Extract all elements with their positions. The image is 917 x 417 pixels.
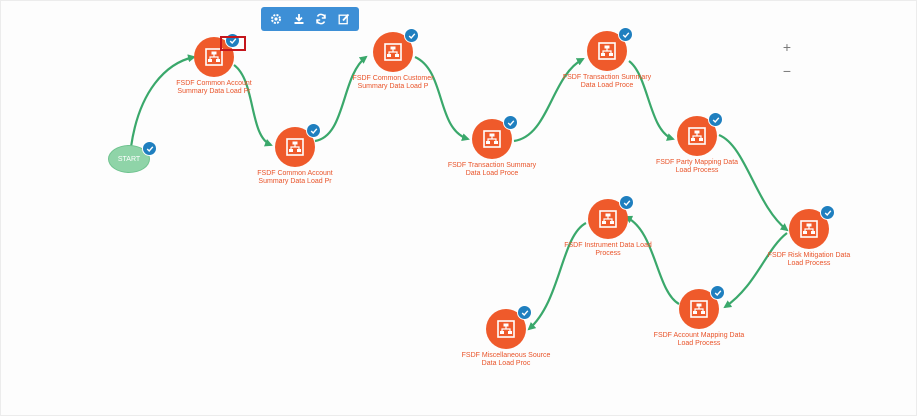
settings-button[interactable] (266, 9, 286, 29)
node-label: FSDF Common Account Summary Data Load Pr (176, 80, 252, 95)
edge-n1-n2 (233, 64, 273, 147)
edge-n8-n9 (624, 215, 680, 305)
edge-start-n1 (129, 54, 196, 148)
check-icon (517, 305, 532, 320)
edge-n3-n4 (414, 55, 470, 142)
node-label: FSDF Miscellaneous Source Data Load Proc (461, 352, 551, 367)
process-icon (599, 210, 617, 228)
node-label: FSDF Instrument Data Load Process (564, 242, 652, 257)
edit-button[interactable] (334, 9, 354, 29)
node-label: FSDF Risk Mitigation Data Load Process (767, 252, 851, 267)
process-node-n10[interactable]: FSDF Miscellaneous Source Data Load Proc (462, 305, 550, 367)
node-label: FSDF Common Account Summary Data Load Pr (257, 170, 333, 185)
gear-icon (271, 14, 282, 24)
check-icon (820, 205, 835, 220)
process-icon (286, 138, 304, 156)
zoom-in-button[interactable]: + (780, 40, 794, 54)
process-node-n4[interactable]: FSDF Transaction Summary Data Load Proce (448, 115, 536, 177)
start-node[interactable]: START (108, 141, 157, 173)
process-node-n5[interactable]: FSDF Transaction Summary Data Load Proce (563, 27, 651, 89)
process-icon (688, 127, 706, 145)
workflow-canvas[interactable]: + − START FSDF Common Account Summary Da… (0, 0, 917, 416)
edit-icon (338, 13, 349, 25)
node-label: FSDF Account Mapping Data Load Process (653, 332, 745, 347)
check-icon (618, 27, 633, 42)
process-icon (800, 220, 818, 238)
process-node-n2[interactable]: FSDF Common Account Summary Data Load Pr (257, 123, 333, 185)
check-icon (306, 123, 321, 138)
refresh-icon (316, 13, 327, 25)
process-node-n3[interactable]: FSDF Common Customer Summary Data Load P (353, 28, 433, 90)
node-label: FSDF Transaction Summary Data Load Proce (562, 74, 652, 89)
edge-n4-n5 (513, 58, 585, 143)
node-label: FSDF Party Mapping Data Load Process (655, 159, 739, 174)
check-icon (142, 141, 157, 156)
process-node-n7[interactable]: FSDF Risk Mitigation Data Load Process (768, 205, 850, 267)
refresh-button[interactable] (311, 9, 331, 29)
process-node-n9[interactable]: FSDF Instrument Data Load Process (564, 195, 652, 257)
process-node-n6[interactable]: FSDF Party Mapping Data Load Process (656, 112, 738, 174)
zoom-in-icon: + (782, 39, 792, 55)
process-node-n8[interactable]: FSDF Account Mapping Data Load Process (654, 285, 744, 347)
check-icon (619, 195, 634, 210)
process-icon (690, 300, 708, 318)
edge-n2-n3 (314, 55, 368, 143)
edge-n7-n8 (723, 232, 788, 309)
check-icon (710, 285, 725, 300)
selection-highlight (220, 36, 246, 51)
process-icon (483, 130, 501, 148)
download-icon (294, 14, 304, 24)
process-icon (384, 43, 402, 61)
download-button[interactable] (289, 9, 309, 29)
node-label: FSDF Transaction Summary Data Load Proce (447, 162, 537, 177)
toolbar (261, 7, 359, 31)
process-icon (598, 42, 616, 60)
node-label: FSDF Common Customer Summary Data Load P (352, 75, 434, 90)
check-icon (503, 115, 518, 130)
zoom-out-icon: − (782, 63, 792, 79)
start-label: START (117, 155, 141, 163)
process-icon (497, 320, 515, 338)
check-icon (708, 112, 723, 127)
edge-n9-n10 (527, 222, 587, 331)
edge-n5-n6 (628, 60, 675, 141)
zoom-out-button[interactable]: − (780, 64, 794, 78)
check-icon (404, 28, 419, 43)
edge-n6-n7 (718, 133, 789, 232)
